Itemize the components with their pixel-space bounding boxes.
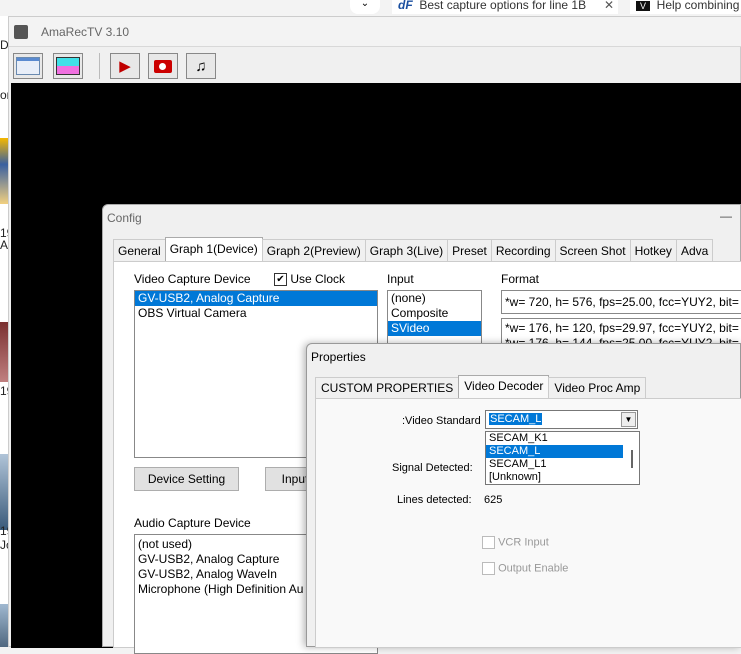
use-clock-checkbox[interactable]: ✔ Use Clock bbox=[274, 272, 346, 287]
browser-tab[interactable]: dF Best capture options for line 1B ✕ bbox=[392, 0, 618, 14]
scrollbar-thumb[interactable] bbox=[631, 450, 633, 468]
video-standard-label: :Video Standard bbox=[402, 415, 481, 427]
tab-recording[interactable]: Recording bbox=[490, 239, 556, 261]
music-icon: ♫ bbox=[195, 57, 207, 75]
dropdown-option[interactable]: SECAM_L bbox=[486, 445, 623, 458]
video-decoder-panel: :Video Standard SECAM_L ▼ SECAM_K1 SECAM… bbox=[315, 398, 741, 648]
dialog-title: Config bbox=[107, 211, 142, 225]
list-item[interactable]: Composite bbox=[388, 306, 481, 321]
audio-capture-label: Audio Capture Device bbox=[134, 516, 251, 530]
vcr-input-label: VCR Input bbox=[498, 536, 549, 549]
list-item[interactable]: (none) bbox=[388, 291, 481, 306]
vcr-input-checkbox[interactable]: VCR Input bbox=[482, 536, 549, 549]
tab-hotkey[interactable]: Hotkey bbox=[629, 239, 677, 261]
video-standard-select[interactable]: SECAM_L ▼ bbox=[485, 410, 638, 429]
video-capture-label: Video Capture Device bbox=[134, 272, 251, 286]
input-list[interactable]: (none) Composite SVideo bbox=[387, 290, 482, 350]
chevron-down-icon[interactable]: ⌄ bbox=[350, 0, 380, 14]
lines-detected-label: Lines detected: bbox=[397, 494, 472, 506]
dialog-title: Properties bbox=[311, 350, 366, 364]
properties-tabs: CUSTOM PROPERTIES Video Decoder Video Pr… bbox=[315, 375, 647, 398]
lines-detected-value: 625 bbox=[484, 494, 503, 506]
window-title: AmaRecTV 3.10 bbox=[41, 25, 130, 39]
dropdown-option[interactable]: [Unknown] bbox=[486, 471, 623, 484]
chevron-down-icon[interactable]: ▼ bbox=[621, 412, 636, 427]
fragment-text: A bbox=[0, 238, 9, 252]
config-tabs: General Graph 1(Device) Graph 2(Preview)… bbox=[113, 237, 714, 261]
checkbox-icon: ✔ bbox=[274, 273, 287, 287]
format-label: Format bbox=[501, 272, 540, 286]
minimize-button[interactable]: — bbox=[720, 209, 732, 223]
dropdown-option[interactable]: SECAM_L1 bbox=[486, 458, 623, 471]
tab-title: Help combining bbox=[656, 0, 740, 12]
format-current[interactable]: *w= 720, h= 576, fps=25.00, fcc=YUY2, bi… bbox=[501, 290, 741, 314]
title-bar[interactable]: AmaRecTV 3.10 bbox=[9, 17, 741, 47]
list-item[interactable]: *w= 176, h= 120, fps=29.97, fcc=YUY2, bi… bbox=[502, 321, 741, 336]
tab-graph2[interactable]: Graph 2(Preview) bbox=[261, 239, 366, 261]
input-label: Input bbox=[387, 272, 414, 286]
checkbox-icon bbox=[482, 536, 495, 549]
tab-graph1[interactable]: Graph 1(Device) bbox=[164, 237, 263, 261]
tab-video-proc-amp[interactable]: Video Proc Amp bbox=[548, 377, 647, 398]
audio-button[interactable]: ♫ bbox=[186, 53, 216, 79]
tab-general[interactable]: General bbox=[113, 239, 166, 261]
device-setting-button[interactable]: Device Setting bbox=[134, 467, 239, 491]
tab-screenshot[interactable]: Screen Shot bbox=[554, 239, 631, 261]
app-icon bbox=[14, 25, 28, 39]
record-icon: ▶ bbox=[119, 58, 131, 75]
tab-title: Best capture options for line 1B bbox=[419, 0, 587, 12]
output-enable-label: Output Enable bbox=[498, 562, 569, 575]
properties-dialog: Properties CUSTOM PROPERTIES Video Decod… bbox=[306, 343, 741, 648]
tab-advanced[interactable]: Adva bbox=[675, 239, 714, 261]
browser-tab-strip: ⌄ dF Best capture options for line 1B ✕ … bbox=[0, 0, 741, 16]
selected-value: SECAM_L bbox=[489, 413, 543, 425]
v-icon: V bbox=[636, 1, 650, 11]
close-icon[interactable]: ✕ bbox=[604, 0, 614, 11]
config-button[interactable] bbox=[13, 53, 43, 79]
record-button[interactable]: ▶ bbox=[110, 53, 140, 79]
camera-icon bbox=[154, 59, 172, 73]
checkbox-icon bbox=[482, 562, 495, 575]
list-item[interactable]: GV-USB2, Analog Capture bbox=[135, 291, 377, 306]
graph-button[interactable] bbox=[53, 53, 83, 79]
video-standard-dropdown[interactable]: SECAM_K1 SECAM_L SECAM_L1 [Unknown] bbox=[485, 431, 640, 485]
output-enable-checkbox[interactable]: Output Enable bbox=[482, 562, 568, 575]
tab-preset[interactable]: Preset bbox=[447, 239, 492, 261]
dropdown-option[interactable]: SECAM_K1 bbox=[486, 432, 623, 445]
screenshot-button[interactable] bbox=[148, 53, 178, 79]
toolbar-separator bbox=[99, 53, 100, 79]
tab-graph3[interactable]: Graph 3(Live) bbox=[364, 239, 449, 261]
browser-tab[interactable]: V Help combining bbox=[630, 0, 741, 14]
config-icon bbox=[16, 57, 40, 75]
format-value: *w= 720, h= 576, fps=25.00, fcc=YUY2, bi… bbox=[505, 295, 739, 309]
signal-detected-label: Signal Detected: bbox=[392, 462, 473, 474]
graph-icon bbox=[56, 57, 80, 75]
list-item[interactable]: OBS Virtual Camera bbox=[135, 306, 377, 321]
use-clock-label: Use Clock bbox=[290, 272, 346, 286]
tab-custom-properties[interactable]: CUSTOM PROPERTIES bbox=[315, 377, 460, 398]
tab-video-decoder[interactable]: Video Decoder bbox=[458, 375, 550, 398]
list-item[interactable]: SVideo bbox=[388, 321, 481, 336]
df-icon: dF bbox=[398, 0, 413, 12]
